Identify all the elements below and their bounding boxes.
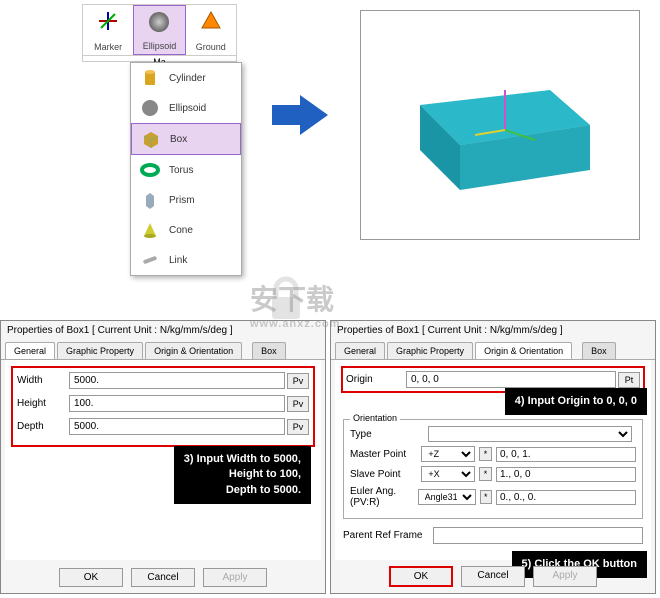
prism-icon: [139, 189, 161, 211]
tab-general[interactable]: General: [5, 342, 55, 359]
3d-viewport: [360, 10, 640, 240]
apply-button[interactable]: Apply: [533, 566, 597, 587]
marker-icon: [94, 7, 122, 35]
height-pv-button[interactable]: Pv: [287, 396, 309, 412]
box-icon: [140, 128, 162, 150]
dropdown-ellipsoid[interactable]: Ellipsoid: [131, 93, 241, 123]
tab-box[interactable]: Box: [252, 342, 286, 359]
ribbon-ground[interactable]: Ground: [186, 5, 236, 55]
master-point-input[interactable]: [496, 447, 636, 462]
ribbon-ellipsoid[interactable]: Ellipsoid: [133, 5, 185, 55]
height-input[interactable]: [69, 395, 285, 412]
euler-angle-label: Euler Ang.(PV:R): [350, 486, 418, 508]
ok-button[interactable]: OK: [389, 566, 453, 587]
slave-star-button[interactable]: *: [479, 467, 492, 481]
master-point-label: Master Point: [350, 449, 421, 460]
tab-general[interactable]: General: [335, 342, 385, 359]
height-label: Height: [17, 398, 69, 409]
slave-point-input[interactable]: [496, 467, 636, 482]
width-input[interactable]: [69, 372, 285, 389]
tab-box[interactable]: Box: [582, 342, 616, 359]
ground-icon: [197, 7, 225, 35]
link-icon: [139, 249, 161, 271]
watermark-lock-icon: [262, 275, 310, 328]
dialog-title: Properties of Box1 [ Current Unit : N/kg…: [331, 321, 655, 340]
parent-ref-label: Parent Ref Frame: [343, 530, 433, 541]
tab-origin-orientation[interactable]: Origin & Orientation: [475, 342, 572, 359]
origin-label: Origin: [346, 374, 406, 385]
apply-button[interactable]: Apply: [203, 568, 267, 587]
shape-dropdown-menu: Cylinder Ellipsoid Box Torus Prism Cone …: [130, 62, 242, 276]
slave-point-label: Slave Point: [350, 469, 421, 480]
dialog-tabs: General Graphic Property Origin & Orient…: [1, 340, 325, 360]
width-pv-button[interactable]: Pv: [287, 373, 309, 389]
orientation-fieldset: Orientation Type Master Point +Z * Slave…: [343, 419, 643, 519]
cone-icon: [139, 219, 161, 241]
ribbon-toolbar: Marker Ellipsoid Ground Ma: [82, 4, 237, 62]
depth-label: Depth: [17, 421, 69, 432]
origin-input[interactable]: [406, 371, 616, 388]
dropdown-torus[interactable]: Torus: [131, 155, 241, 185]
highlighted-inputs-group: Width Pv Height Pv Depth Pv: [11, 366, 315, 447]
euler-angle-input[interactable]: [496, 490, 636, 505]
origin-pt-button[interactable]: Pt: [618, 372, 640, 388]
callout-step4: 4) Input Origin to 0, 0, 0: [505, 388, 647, 415]
ellipsoid-icon: [145, 8, 173, 36]
width-label: Width: [17, 375, 69, 386]
master-star-button[interactable]: *: [479, 447, 492, 461]
dropdown-prism[interactable]: Prism: [131, 185, 241, 215]
tab-graphic-property[interactable]: Graphic Property: [387, 342, 473, 359]
cylinder-icon: [139, 67, 161, 89]
arrow-icon: [270, 90, 330, 140]
cancel-button[interactable]: Cancel: [461, 566, 525, 587]
dialog-tabs: General Graphic Property Origin & Orient…: [331, 340, 655, 360]
dropdown-box[interactable]: Box: [131, 123, 241, 155]
properties-dialog-right: Properties of Box1 [ Current Unit : N/kg…: [330, 320, 656, 594]
ok-button[interactable]: OK: [59, 568, 123, 587]
ribbon-marker[interactable]: Marker: [83, 5, 133, 55]
slave-axis-select[interactable]: +X: [421, 466, 475, 482]
dropdown-cylinder[interactable]: Cylinder: [131, 63, 241, 93]
euler-star-button[interactable]: *: [480, 490, 492, 504]
cancel-button[interactable]: Cancel: [131, 568, 195, 587]
master-axis-select[interactable]: +Z: [421, 446, 475, 462]
tab-origin-orientation[interactable]: Origin & Orientation: [145, 342, 242, 359]
depth-pv-button[interactable]: Pv: [287, 419, 309, 435]
euler-angle-select[interactable]: Angle313: [418, 489, 476, 505]
type-select[interactable]: [428, 426, 632, 442]
parent-ref-input[interactable]: [433, 527, 643, 544]
properties-dialog-left: Properties of Box1 [ Current Unit : N/kg…: [0, 320, 326, 594]
orientation-legend: Orientation: [350, 413, 400, 423]
callout-step3: 3) Input Width to 5000,Height to 100,Dep…: [174, 446, 311, 504]
tab-graphic-property[interactable]: Graphic Property: [57, 342, 143, 359]
torus-icon: [139, 159, 161, 181]
ellipsoid-icon: [139, 97, 161, 119]
dropdown-link[interactable]: Link: [131, 245, 241, 275]
depth-input[interactable]: [69, 418, 285, 435]
type-label: Type: [350, 429, 428, 440]
dropdown-cone[interactable]: Cone: [131, 215, 241, 245]
